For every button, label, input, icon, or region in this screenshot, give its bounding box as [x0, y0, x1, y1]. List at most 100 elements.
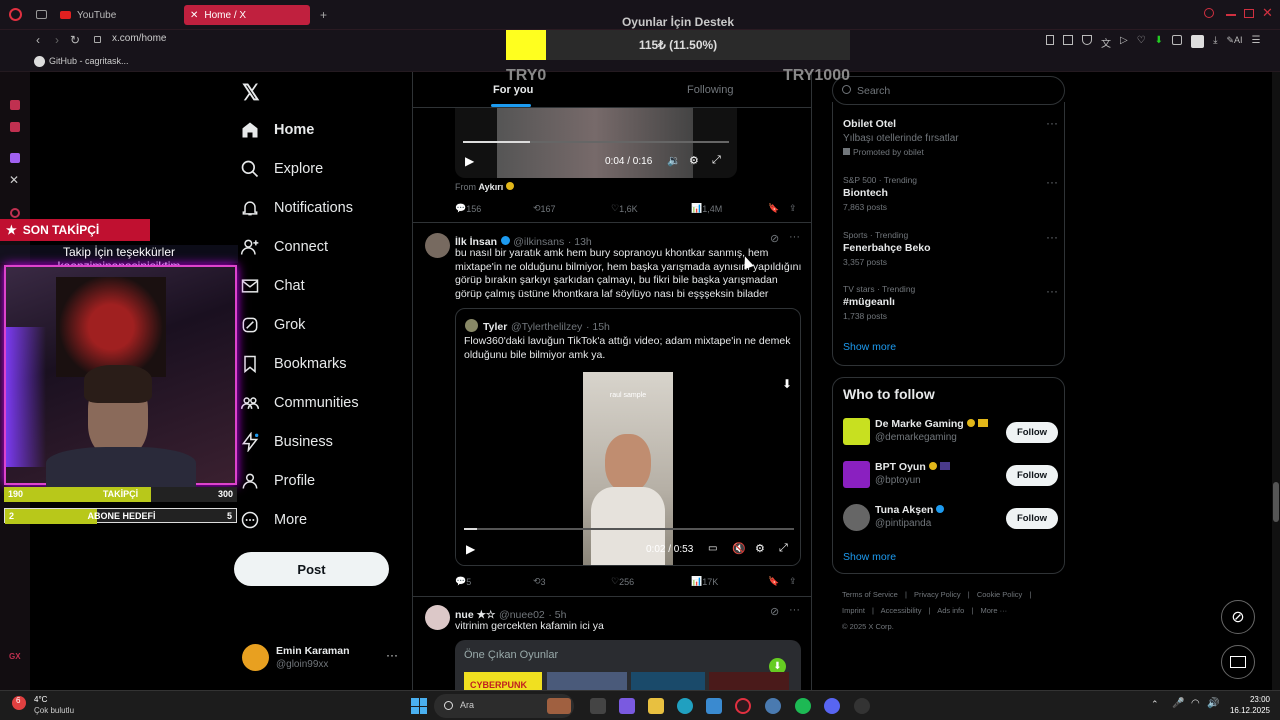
trend-item[interactable]: TV stars · Trending #mügeanlı 1,738 post… — [843, 284, 1058, 321]
spotify-icon[interactable] — [795, 698, 811, 714]
opera-gx-icon[interactable] — [735, 698, 751, 714]
nav-grok[interactable]: Grok — [240, 311, 305, 339]
avatar[interactable] — [425, 233, 450, 258]
tray-chevron-icon[interactable]: ⌃ — [1151, 699, 1159, 710]
tweet-image[interactable]: Öne Çıkan Oyunlar ⬇ CYBERPUNK — [455, 640, 801, 690]
more-dots-icon[interactable]: ··· — [1046, 116, 1058, 130]
x-icon[interactable]: ✕ — [9, 173, 19, 187]
views-button[interactable]: 📊 17K — [691, 576, 718, 587]
network-app-icon[interactable] — [765, 698, 781, 714]
fullscreen-icon[interactable]: ⤢ — [712, 154, 721, 167]
pinned-extension-icon[interactable] — [1191, 35, 1205, 48]
nav-business[interactable]: Business — [240, 428, 333, 456]
follow-button[interactable]: Follow — [1006, 465, 1058, 486]
follow-suggestion[interactable]: De Marke Gaming @demarkegaming Follow — [843, 418, 1058, 448]
back-icon[interactable]: ‹ — [36, 33, 40, 47]
obs-icon[interactable] — [854, 698, 870, 714]
twitch-icon[interactable] — [10, 153, 20, 163]
settings-icon[interactable]: ⚙ — [755, 542, 765, 555]
more-dots-icon[interactable]: ··· — [789, 231, 800, 243]
widgets-icon[interactable] — [619, 698, 635, 714]
nav-notifications[interactable]: Notifications — [240, 194, 353, 222]
follow-button[interactable]: Follow — [1006, 422, 1058, 443]
play-icon[interactable]: ▷ — [1120, 35, 1128, 47]
nav-more[interactable]: More — [240, 506, 307, 534]
shield-icon[interactable] — [1082, 35, 1092, 45]
reply-button[interactable]: 💬 5 — [455, 576, 471, 587]
tab-following[interactable]: Following — [687, 84, 733, 96]
share-button[interactable]: ⇪ — [789, 203, 797, 214]
clock[interactable]: 23:00 16.12.2025 — [1220, 694, 1270, 716]
grok-icon[interactable]: ⊘ — [770, 232, 779, 245]
follow-suggestion[interactable]: BPT Oyun @bptoyun Follow — [843, 461, 1058, 491]
more-dots-icon[interactable]: ··· — [1046, 284, 1058, 298]
translate-icon[interactable]: 文 — [1101, 35, 1111, 50]
fullscreen-icon[interactable]: ⤢ — [779, 542, 788, 555]
volume-icon[interactable]: 🔊 — [1207, 698, 1219, 709]
download-extension-icon[interactable]: ⬇ — [1155, 35, 1163, 47]
search-input[interactable]: Search — [832, 76, 1065, 105]
footer-link[interactable]: Ads info — [937, 606, 964, 615]
more-dots-icon[interactable]: ··· — [1046, 175, 1058, 189]
start-button[interactable] — [411, 698, 427, 714]
screenshot-icon[interactable] — [1063, 35, 1073, 45]
gx-icon[interactable]: GX — [9, 652, 21, 661]
nav-connect[interactable]: Connect — [240, 233, 328, 261]
close-button[interactable]: ✕ — [1262, 5, 1273, 21]
bookmark-button[interactable]: 🔖 — [768, 576, 779, 587]
opera-menu-icon[interactable] — [9, 8, 22, 21]
footer-link[interactable]: Privacy Policy — [914, 590, 961, 599]
nav-explore[interactable]: Explore — [240, 155, 323, 183]
footer-link[interactable]: Accessibility — [881, 606, 922, 615]
quote-video[interactable]: raul sample ⬇ ▶ 0:02 / 0:53 ▭ 🔇 ⚙ ⤢ — [456, 372, 800, 565]
avatar[interactable] — [425, 605, 450, 630]
bookmark-github[interactable]: GitHub - cagritask... — [49, 56, 129, 66]
nav-profile[interactable]: Profile — [240, 467, 315, 495]
trend-item[interactable]: Sports · Trending Fenerbahçe Beko 3,357 … — [843, 230, 1058, 267]
search-tabs-icon[interactable] — [1204, 8, 1214, 18]
settings-icon[interactable]: ⚙ — [689, 154, 699, 167]
tweet[interactable]: nue ★☆ @nuee02 · 5h ⊘ ··· vitrinim gerce… — [413, 597, 811, 690]
footer-link[interactable]: More ··· — [980, 606, 1007, 615]
footer-link[interactable]: Cookie Policy — [977, 590, 1022, 599]
nav-chat[interactable]: Chat — [240, 272, 305, 300]
maximize-button[interactable] — [1244, 9, 1254, 18]
discord-icon[interactable] — [824, 698, 840, 714]
play-icon[interactable]: ▶ — [465, 154, 474, 168]
from-name[interactable]: Aykırı — [479, 182, 504, 192]
microphone-icon[interactable]: 🎤 — [1172, 698, 1184, 709]
task-view-icon[interactable] — [590, 698, 606, 714]
tweet[interactable]: İlk İnsan @ilkinsans · 13h ⊘ ··· bu nası… — [413, 223, 811, 596]
download-icon[interactable]: ⬇ — [782, 377, 792, 391]
footer-link[interactable]: Terms of Service — [842, 590, 898, 599]
new-tab-button[interactable]: + — [314, 5, 328, 25]
nav-bookmarks[interactable]: Bookmarks — [240, 350, 347, 378]
wifi-icon[interactable]: ◠ — [1191, 698, 1200, 709]
messages-float-button[interactable] — [1221, 645, 1255, 679]
footer-link[interactable]: Imprint — [842, 606, 865, 615]
grok-float-button[interactable]: ⊘ — [1221, 600, 1255, 634]
nav-communities[interactable]: Communities — [240, 389, 359, 417]
minimize-button[interactable] — [1226, 14, 1236, 16]
post-button[interactable]: Post — [234, 552, 389, 586]
bookmark-button[interactable]: 🔖 — [768, 203, 779, 214]
like-button[interactable]: ♡ 1,6K — [611, 203, 638, 214]
more-dots-icon[interactable]: ··· — [1046, 230, 1058, 244]
play-icon[interactable]: ▶ — [466, 542, 475, 556]
url-field[interactable]: x.com/home — [112, 33, 166, 44]
quoted-tweet[interactable]: Tyler @Tylerthelilzey · 15h Flow360'daki… — [455, 308, 801, 566]
x-logo-icon[interactable]: 𝕏 — [242, 80, 260, 106]
like-button[interactable]: ♡ 256 — [611, 576, 634, 587]
scrollbar-thumb[interactable] — [1273, 482, 1279, 522]
edge-icon[interactable] — [677, 698, 693, 714]
tab-for-you[interactable]: For you — [493, 84, 533, 96]
more-dots-icon[interactable]: ··· — [789, 604, 800, 616]
views-button[interactable]: 📊 1,4M — [691, 203, 722, 214]
reload-icon[interactable]: ↻ — [70, 33, 80, 47]
history-icon[interactable] — [10, 208, 20, 218]
bookmark-icon[interactable] — [1046, 35, 1054, 45]
show-more-link[interactable]: Show more — [843, 341, 896, 353]
downloads-icon[interactable]: ⤓ — [1213, 35, 1217, 47]
repost-button[interactable]: ⟲ 3 — [533, 576, 546, 587]
show-more-link[interactable]: Show more — [843, 551, 896, 563]
